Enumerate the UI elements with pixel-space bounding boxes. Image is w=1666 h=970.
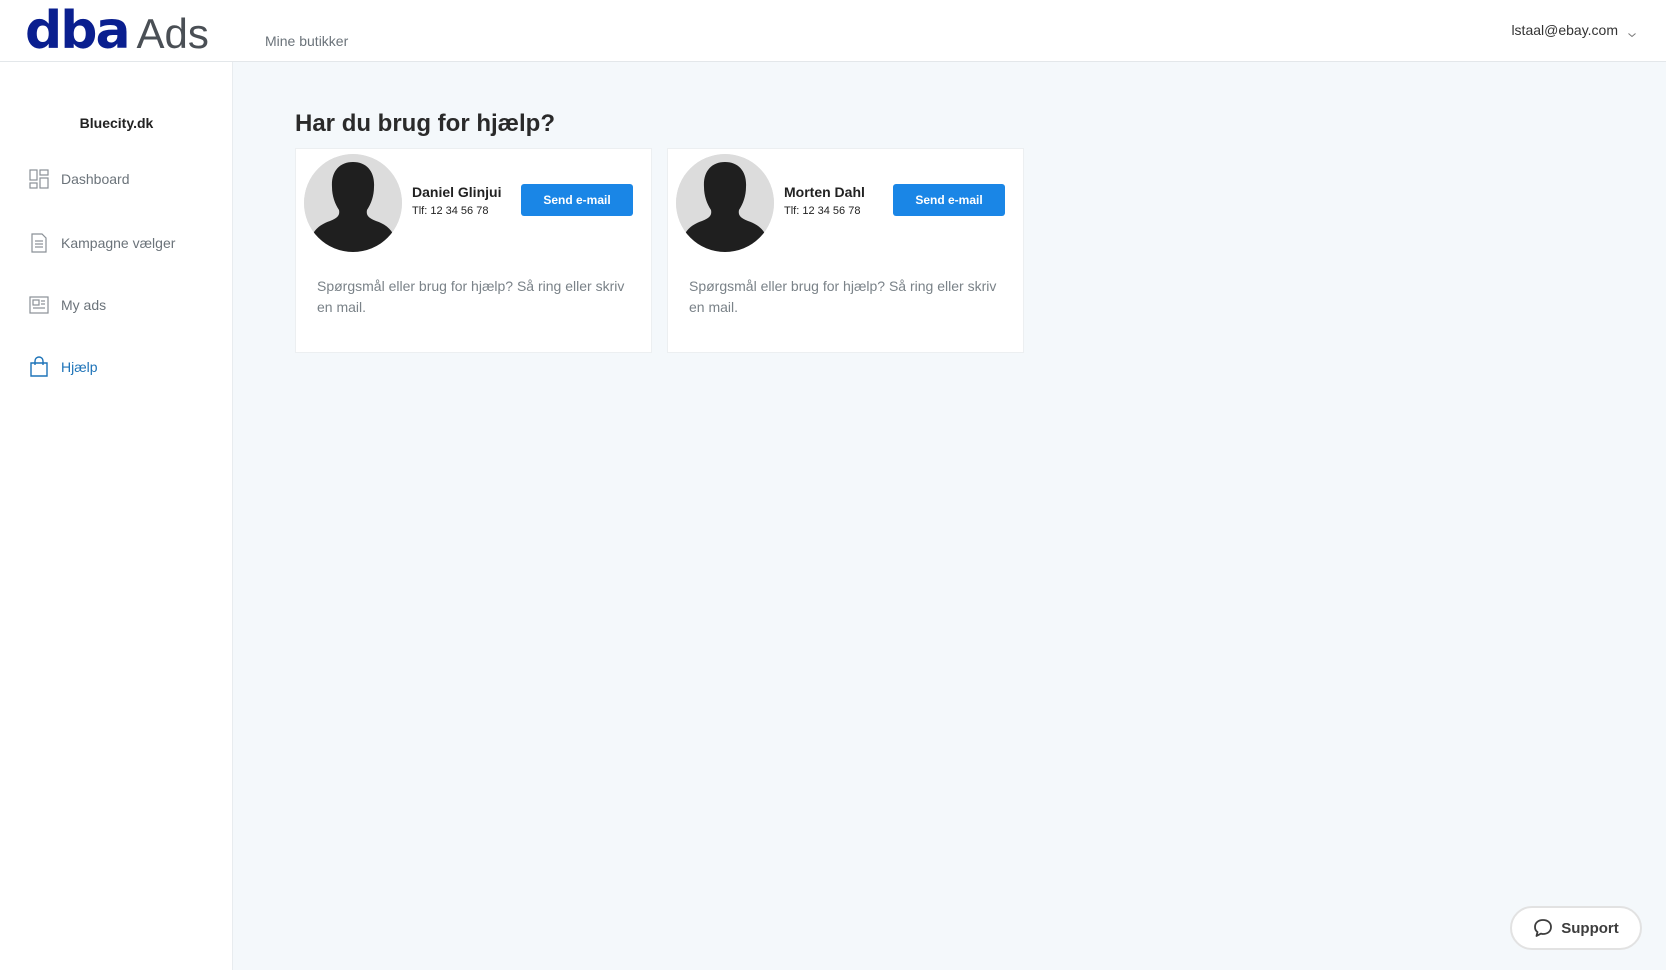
account-email: lstaal@ebay.com (1511, 22, 1618, 38)
contact-description: Spørgsmål eller brug for hjælp? Så ring … (689, 278, 997, 315)
avatar (676, 154, 774, 252)
contact-description: Spørgsmål eller brug for hjælp? Så ring … (317, 278, 625, 315)
chevron-down-icon (1628, 26, 1636, 38)
account-menu[interactable]: lstaal@ebay.com (1511, 22, 1636, 38)
contact-name: Morten Dahl (784, 184, 865, 200)
ads-grid-icon (28, 294, 50, 316)
page-title: Har du brug for hjælp? (295, 110, 555, 137)
sidebar-item-hjaelp[interactable]: Hjælp (28, 356, 98, 378)
chat-bubble-icon (1534, 919, 1553, 937)
contact-card-daniel: Daniel Glinjui Tlf: 12 34 56 78 Send e-m… (295, 148, 652, 353)
sidebar-item-label: Hjælp (61, 359, 98, 375)
contact-name: Daniel Glinjui (412, 184, 502, 200)
contact-phone: Tlf: 12 34 56 78 (784, 205, 861, 217)
sidebar-item-dashboard[interactable]: Dashboard (28, 168, 130, 190)
dashboard-icon (28, 168, 50, 190)
shopping-bag-icon (28, 356, 50, 378)
mine-butikker-link[interactable]: Mine butikker (265, 33, 348, 49)
support-label: Support (1561, 919, 1619, 937)
sidebar-item-label: My ads (61, 297, 107, 313)
avatar (304, 154, 402, 252)
support-button[interactable]: Support (1510, 906, 1642, 950)
dba-ads-logo[interactable]: dba Ads (25, 1, 209, 61)
sidebar: Bluecity.dk Dashboard Kampagne vælger My… (0, 62, 233, 970)
send-email-button[interactable]: Send e-mail (521, 184, 633, 216)
sidebar-item-my-ads[interactable]: My ads (28, 294, 106, 316)
logo-ads-text: Ads (136, 10, 209, 57)
sidebar-item-kampagne-vaelger[interactable]: Kampagne vælger (28, 232, 175, 254)
sidebar-item-label: Dashboard (61, 171, 130, 187)
top-bar: dba Ads Mine butikker lstaal@ebay.com (0, 0, 1666, 62)
contact-card-morten: Morten Dahl Tlf: 12 34 56 78 Send e-mail… (667, 148, 1024, 353)
logo-dba-text: dba (25, 1, 131, 61)
sidebar-item-label: Kampagne vælger (61, 235, 176, 251)
list-document-icon (28, 232, 50, 254)
shop-name: Bluecity.dk (79, 115, 154, 131)
contact-phone: Tlf: 12 34 56 78 (412, 205, 489, 217)
send-email-button[interactable]: Send e-mail (893, 184, 1005, 216)
